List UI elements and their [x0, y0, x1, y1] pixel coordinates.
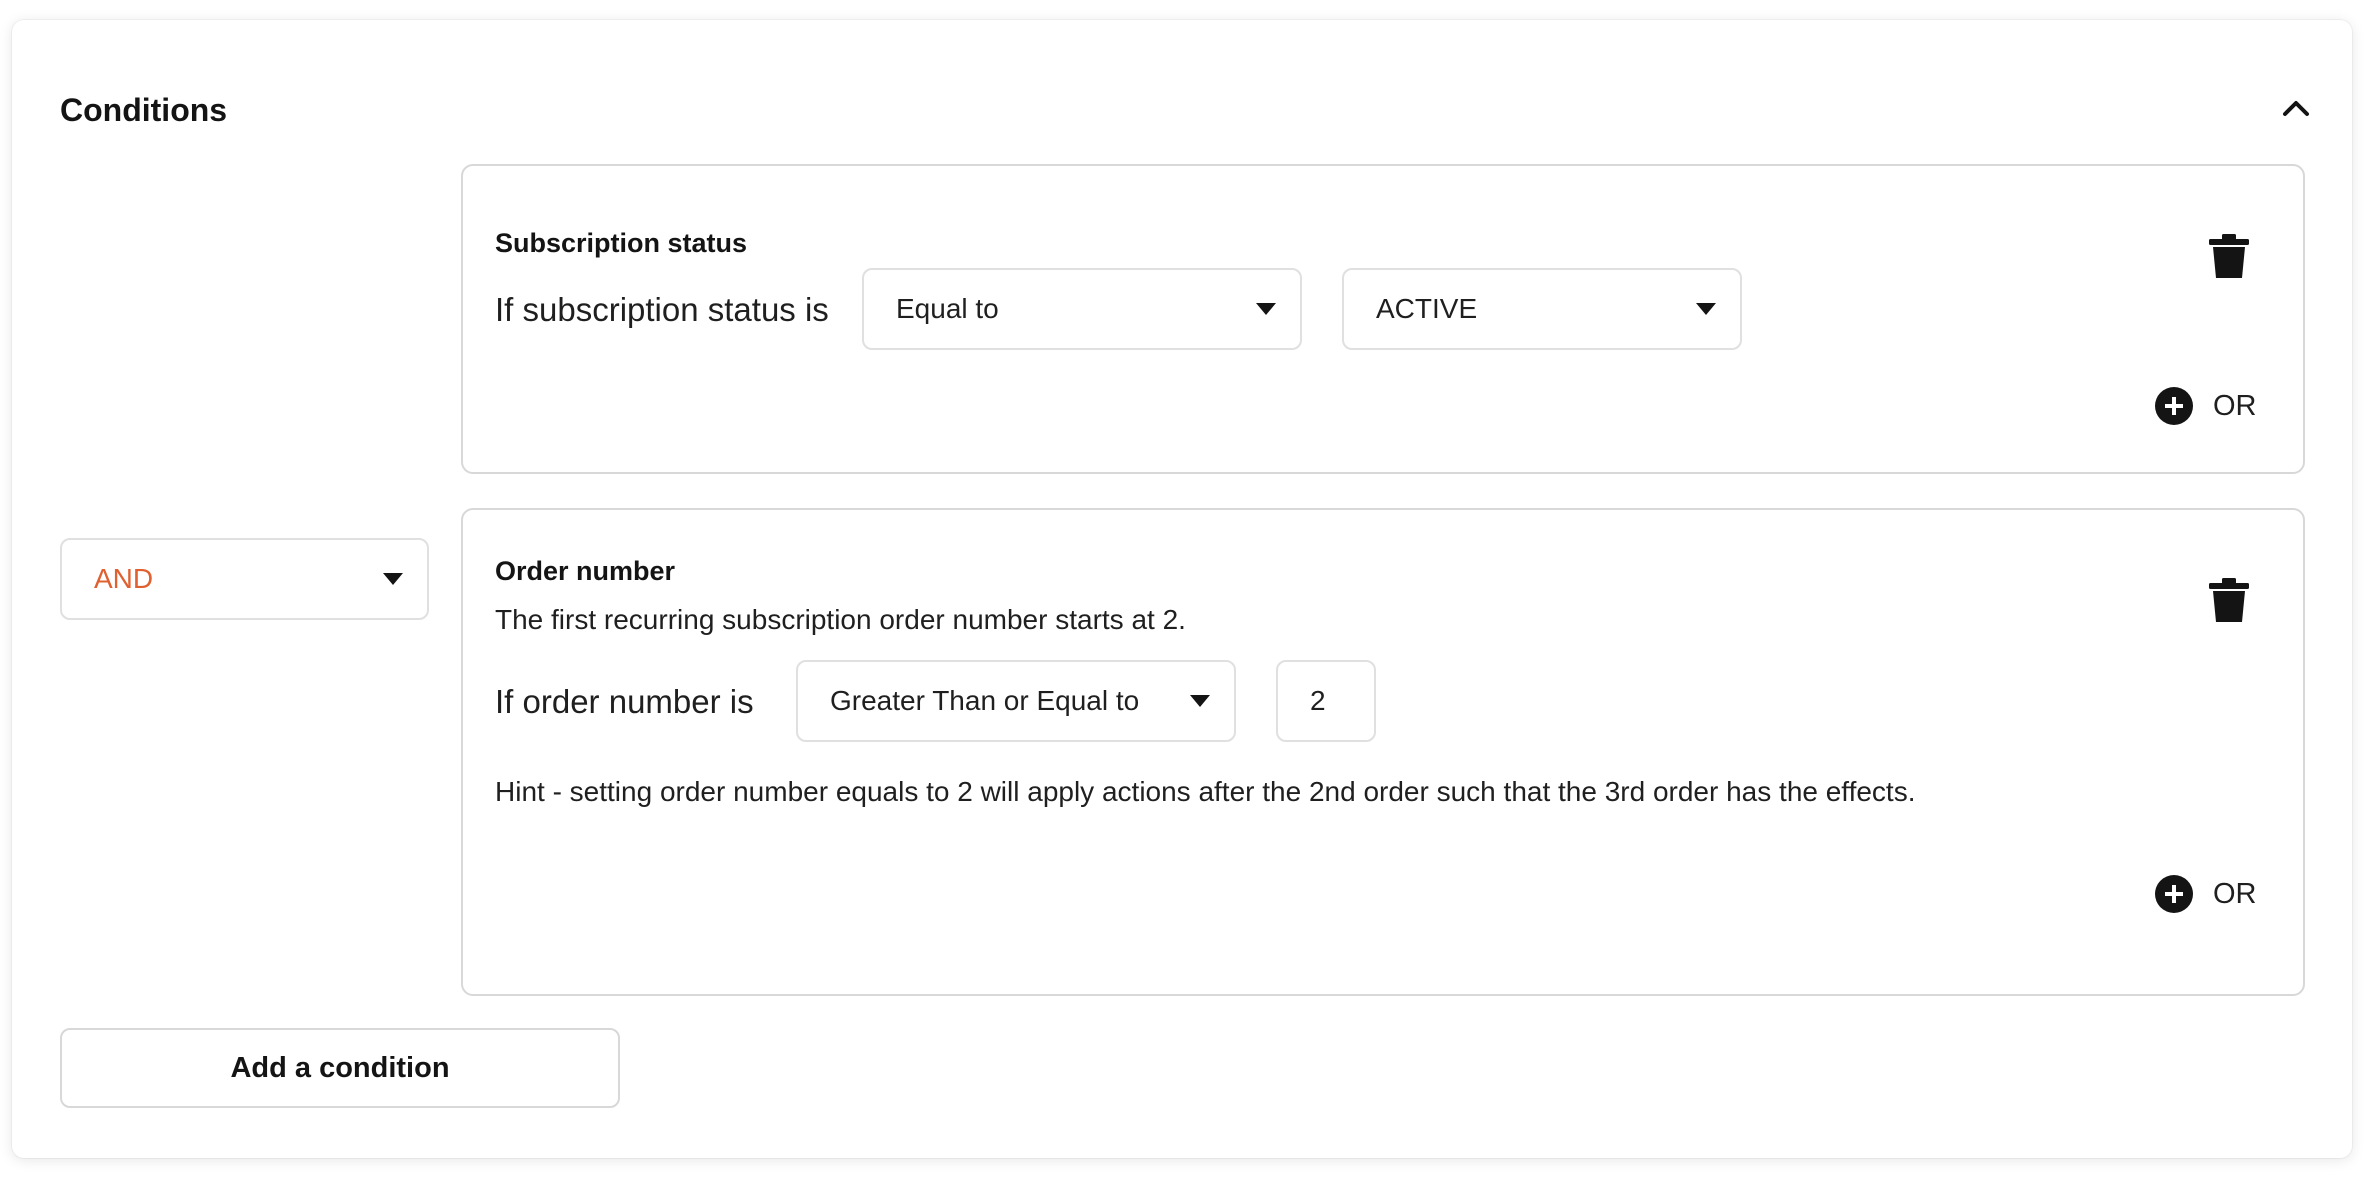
conditions-panel: Conditions Subscription status If subscr… [12, 20, 2352, 1158]
caret-down-icon [383, 573, 403, 585]
condition-label: If subscription status is [495, 291, 829, 328]
caret-down-icon [1190, 695, 1210, 707]
or-label: OR [2213, 389, 2257, 422]
condition-hint: Hint - setting order number equals to 2 … [495, 776, 1916, 807]
condition-card-subscription-status: Subscription status If subscription stat… [461, 164, 2305, 474]
plus-circle-icon [2155, 875, 2193, 913]
condition-card-order-number: Order number The first recurring subscri… [461, 508, 2305, 996]
operator-select-value: Greater Than or Equal to [830, 685, 1140, 716]
condition-label: If order number is [495, 683, 754, 720]
add-or-button[interactable]: OR [2155, 387, 2257, 425]
trash-icon[interactable] [2207, 576, 2251, 624]
caret-down-icon [1696, 303, 1716, 315]
condition-description: The first recurring subscription order n… [495, 604, 1186, 635]
add-or-button[interactable]: OR [2155, 875, 2257, 913]
plus-circle-icon [2155, 387, 2193, 425]
order-number-value: 2 [1310, 685, 1326, 716]
logic-operator-value: AND [94, 563, 154, 594]
condition-title: Subscription status [495, 228, 748, 258]
order-number-input[interactable]: 2 [1276, 660, 1376, 742]
panel-title: Conditions [60, 92, 228, 128]
collapse-button[interactable] [2274, 86, 2318, 130]
operator-select[interactable]: Equal to [862, 268, 1302, 350]
or-label: OR [2213, 877, 2257, 910]
condition-title: Order number [495, 556, 676, 586]
add-condition-button[interactable]: Add a condition [60, 1028, 620, 1108]
operator-select[interactable]: Greater Than or Equal to [796, 660, 1236, 742]
value-select[interactable]: ACTIVE [1342, 268, 1742, 350]
trash-icon[interactable] [2207, 232, 2251, 280]
logic-operator-select[interactable]: AND [60, 538, 429, 620]
operator-select-value: Equal to [896, 293, 999, 324]
value-select-value: ACTIVE [1376, 293, 1478, 324]
caret-down-icon [1256, 303, 1276, 315]
chevron-up-icon [2283, 101, 2309, 116]
